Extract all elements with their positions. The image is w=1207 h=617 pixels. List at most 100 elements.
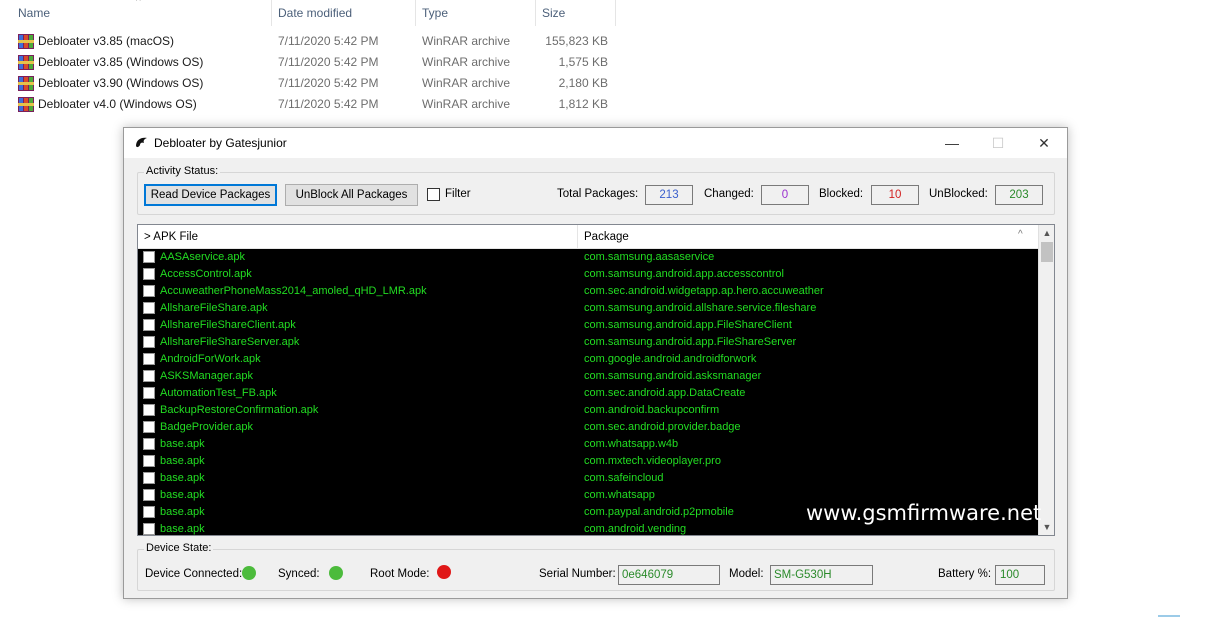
package-row[interactable]: AutomationTest_FB.apk com.sec.android.app… <box>138 385 1038 402</box>
package-checkbox[interactable] <box>143 404 155 416</box>
apk-name: AASAservice.apk <box>160 251 245 263</box>
apk-name: base.apk <box>160 438 205 450</box>
root-mode-status-icon <box>437 565 451 579</box>
package-checkbox[interactable] <box>143 421 155 433</box>
battery-label: Battery %: <box>938 568 992 580</box>
package-row[interactable]: AllshareFileShare.apk com.samsung.android… <box>138 300 1038 317</box>
minimize-button[interactable]: — <box>929 128 975 158</box>
file-size: 1,575 KB <box>558 55 608 69</box>
title-bar[interactable]: Debloater by Gatesjunior — ☐ ✕ <box>124 128 1067 158</box>
file-size: 2,180 KB <box>558 76 608 90</box>
package-row[interactable]: AllshareFileShareClient.apk com.samsung.a… <box>138 317 1038 334</box>
package-checkbox[interactable] <box>143 387 155 399</box>
package-row[interactable]: BadgeProvider.apk com.sec.android.provide… <box>138 419 1038 436</box>
package-name: com.whatsapp <box>584 489 655 501</box>
package-checkbox[interactable] <box>143 438 155 450</box>
column-header-name[interactable]: Name <box>12 0 272 26</box>
synced-label: Synced: <box>278 568 320 580</box>
maximize-button[interactable]: ☐ <box>975 128 1021 158</box>
column-header-apk-file[interactable]: > APK File <box>138 225 578 249</box>
package-row[interactable]: ASKSManager.apk com.samsung.android.asksm… <box>138 368 1038 385</box>
apk-name: base.apk <box>160 455 205 467</box>
apk-name: BadgeProvider.apk <box>160 421 253 433</box>
package-checkbox[interactable] <box>143 319 155 331</box>
total-packages-value: 213 <box>645 185 693 205</box>
filter-label: Filter <box>445 188 471 200</box>
apk-name: AutomationTest_FB.apk <box>160 387 277 399</box>
column-header-package[interactable]: Package <box>578 225 1018 249</box>
package-checkbox[interactable] <box>143 251 155 263</box>
package-checkbox[interactable] <box>143 370 155 382</box>
unblock-all-packages-button[interactable]: UnBlock All Packages <box>285 184 418 206</box>
package-checkbox[interactable] <box>143 285 155 297</box>
package-checkbox[interactable] <box>143 489 155 501</box>
total-packages-label: Total Packages: <box>557 188 639 200</box>
winrar-archive-icon <box>18 76 34 91</box>
package-name: com.samsung.android.allshare.service.fil… <box>584 302 817 314</box>
file-size: 155,823 KB <box>545 34 608 48</box>
package-row[interactable]: base.apk com.mxtech.videoplayer.pro <box>138 453 1038 470</box>
package-checkbox[interactable] <box>143 523 155 535</box>
package-checkbox[interactable] <box>143 336 155 348</box>
package-name: com.android.backupconfirm <box>584 404 720 416</box>
close-button[interactable]: ✕ <box>1021 128 1067 158</box>
package-row[interactable]: base.apk com.safeincloud <box>138 470 1038 487</box>
apk-name: AllshareFileShare.apk <box>160 302 268 314</box>
apk-name: AndroidForWork.apk <box>160 353 261 365</box>
package-row[interactable]: AccuweatherPhoneMass2014_amoled_qHD_LMR.… <box>138 283 1038 300</box>
changed-value: 0 <box>761 185 809 205</box>
changed-label: Changed: <box>704 188 754 200</box>
package-list-scrollbar[interactable]: ▲ ▼ <box>1038 225 1054 535</box>
scroll-down-icon[interactable]: ▼ <box>1039 519 1054 535</box>
file-row[interactable]: Debloater v3.85 (Windows OS) 7/11/2020 5… <box>0 52 620 73</box>
file-row[interactable]: Debloater v4.0 (Windows OS) 7/11/2020 5:… <box>0 94 620 115</box>
column-header-type[interactable]: Type <box>416 0 536 26</box>
root-mode-label: Root Mode: <box>370 568 430 580</box>
collapse-header-icon: ^ <box>1018 229 1023 240</box>
apk-name: ASKSManager.apk <box>160 370 253 382</box>
file-row[interactable]: Debloater v3.90 (Windows OS) 7/11/2020 5… <box>0 73 620 94</box>
column-header-size[interactable]: Size <box>536 0 616 26</box>
apk-name: AccuweatherPhoneMass2014_amoled_qHD_LMR.… <box>160 285 427 297</box>
column-header-date[interactable]: Date modified <box>272 0 416 26</box>
package-name: com.sec.android.widgetapp.ap.hero.accuwe… <box>584 285 824 297</box>
package-name: com.samsung.android.app.FileShareClient <box>584 319 792 331</box>
package-row[interactable]: AllshareFileShareServer.apk com.samsung.a… <box>138 334 1038 351</box>
file-type: WinRAR archive <box>422 97 511 111</box>
file-date: 7/11/2020 5:42 PM <box>278 34 379 48</box>
package-checkbox[interactable] <box>143 302 155 314</box>
package-name: com.mxtech.videoplayer.pro <box>584 455 721 467</box>
package-checkbox[interactable] <box>143 506 155 518</box>
unblocked-label: UnBlocked: <box>929 188 988 200</box>
read-device-packages-button[interactable]: Read Device Packages <box>144 184 277 206</box>
winrar-archive-icon <box>18 34 34 49</box>
blocked-label: Blocked: <box>819 188 864 200</box>
package-list[interactable]: > APK File Package ^ AASAservice.apk com.… <box>137 224 1055 536</box>
sort-ascending-icon: ^ <box>136 0 141 7</box>
scroll-thumb[interactable] <box>1041 242 1053 262</box>
package-row[interactable]: AndroidForWork.apk com.google.android.and… <box>138 351 1038 368</box>
device-connected-label: Device Connected: <box>145 568 243 580</box>
package-checkbox[interactable] <box>143 353 155 365</box>
package-row[interactable]: BackupRestoreConfirmation.apk com.android… <box>138 402 1038 419</box>
apk-name: base.apk <box>160 472 205 484</box>
debloater-window: Debloater by Gatesjunior — ☐ ✕ Activity … <box>123 127 1068 599</box>
package-row[interactable]: AccessControl.apk com.samsung.android.app… <box>138 266 1038 283</box>
package-row[interactable]: base.apk com.whatsapp.w4b <box>138 436 1038 453</box>
winrar-archive-icon <box>18 97 34 112</box>
package-checkbox[interactable] <box>143 268 155 280</box>
file-date: 7/11/2020 5:42 PM <box>278 76 379 90</box>
activity-status-label: Activity Status: <box>144 165 221 177</box>
file-type: WinRAR archive <box>422 34 511 48</box>
filter-checkbox[interactable] <box>427 188 440 201</box>
package-checkbox[interactable] <box>143 455 155 467</box>
scroll-up-icon[interactable]: ▲ <box>1039 225 1054 241</box>
apk-name: AllshareFileShareClient.apk <box>160 319 296 331</box>
winrar-archive-icon <box>18 55 34 70</box>
apk-name: base.apk <box>160 506 205 518</box>
file-row[interactable]: Debloater v3.85 (macOS) 7/11/2020 5:42 P… <box>0 31 620 52</box>
package-checkbox[interactable] <box>143 472 155 484</box>
package-rows: AASAservice.apk com.samsung.aasaservice A… <box>138 249 1038 535</box>
package-row[interactable]: AASAservice.apk com.samsung.aasaservice <box>138 249 1038 266</box>
file-name: Debloater v4.0 (Windows OS) <box>38 97 197 111</box>
